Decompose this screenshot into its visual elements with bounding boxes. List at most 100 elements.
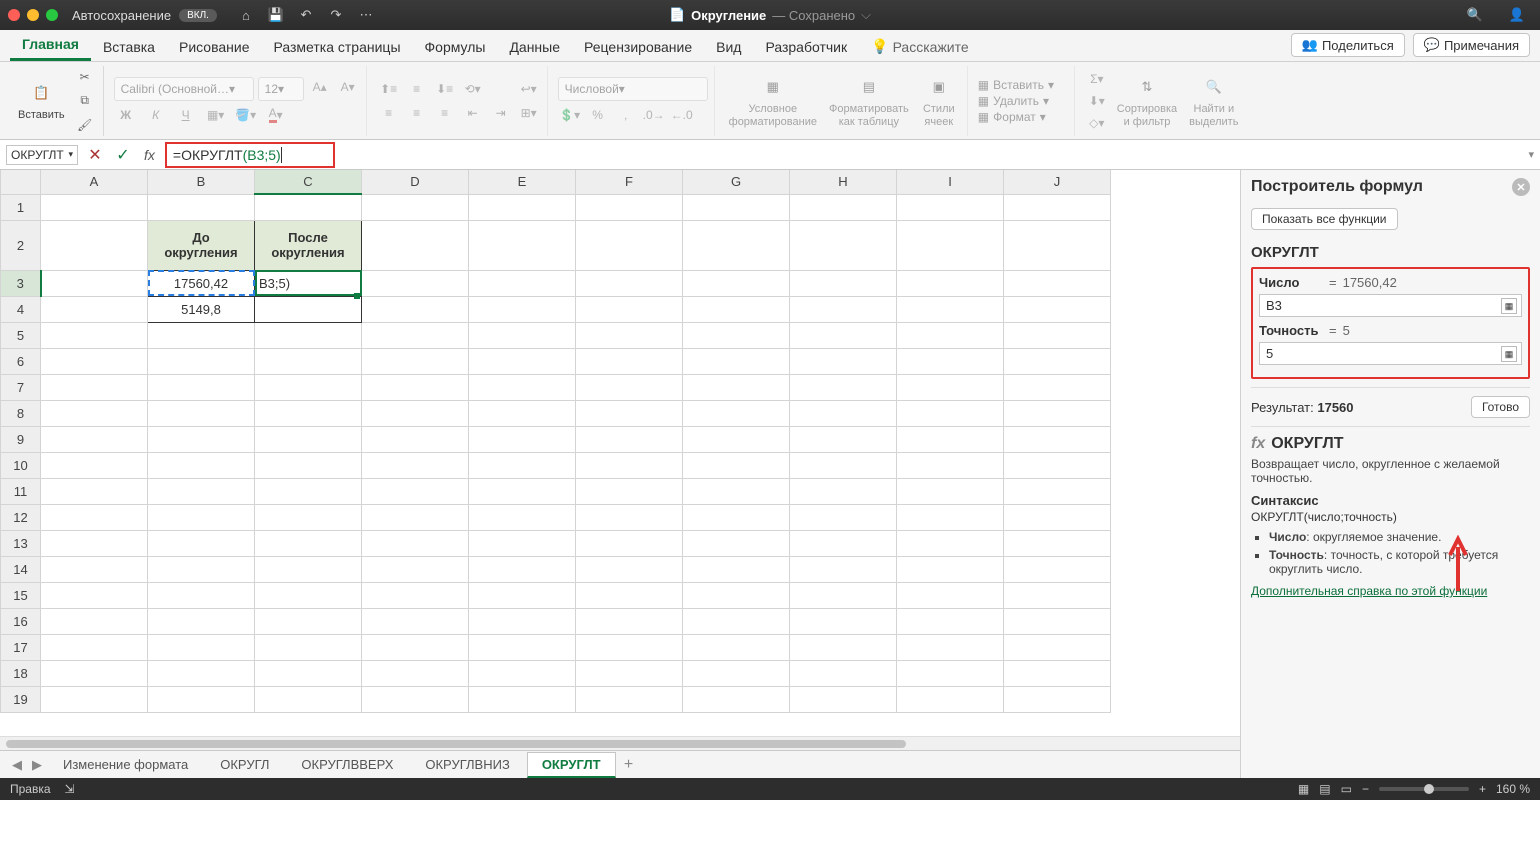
- cell-C16[interactable]: [255, 608, 362, 634]
- cell-J2[interactable]: [1004, 220, 1111, 270]
- cell-A6[interactable]: [41, 348, 148, 374]
- delete-cells-button[interactable]: ▦ Удалить ▾: [978, 94, 1068, 108]
- cell-D11[interactable]: [362, 478, 469, 504]
- fullscreen-window-icon[interactable]: [46, 9, 58, 21]
- cell-H7[interactable]: [790, 374, 897, 400]
- cell-F6[interactable]: [576, 348, 683, 374]
- cell-F8[interactable]: [576, 400, 683, 426]
- row-header[interactable]: 14: [1, 556, 41, 582]
- cell-I16[interactable]: [897, 608, 1004, 634]
- fx-icon[interactable]: fx: [140, 147, 159, 163]
- bold-icon[interactable]: Ж: [114, 105, 138, 125]
- view-break-icon[interactable]: ▭: [1341, 782, 1352, 796]
- cut-icon[interactable]: ✂︎: [73, 67, 97, 87]
- col-header[interactable]: J: [1004, 170, 1111, 194]
- align-center-icon[interactable]: ≡: [405, 103, 429, 123]
- cell-E4[interactable]: [469, 296, 576, 322]
- horizontal-scrollbar[interactable]: [0, 736, 1240, 750]
- cell-D10[interactable]: [362, 452, 469, 478]
- sheet-nav-prev-icon[interactable]: ◀: [8, 757, 26, 773]
- cell-C14[interactable]: [255, 556, 362, 582]
- cell-B8[interactable]: [148, 400, 255, 426]
- cell-D2[interactable]: [362, 220, 469, 270]
- cell-I18[interactable]: [897, 660, 1004, 686]
- cell-E15[interactable]: [469, 582, 576, 608]
- home-icon[interactable]: ⌂: [237, 6, 255, 24]
- cell-A9[interactable]: [41, 426, 148, 452]
- decrease-font-icon[interactable]: A▾: [336, 77, 360, 97]
- row-header[interactable]: 16: [1, 608, 41, 634]
- sort-filter-button[interactable]: ⇅Сортировка и фильтр: [1113, 71, 1181, 129]
- col-header[interactable]: C: [255, 170, 362, 194]
- paste-button[interactable]: 📋 Вставить: [14, 77, 69, 123]
- cell-C5[interactable]: [255, 322, 362, 348]
- zoom-in-icon[interactable]: +: [1479, 782, 1486, 796]
- cell-I8[interactable]: [897, 400, 1004, 426]
- cell-G18[interactable]: [683, 660, 790, 686]
- cell-H6[interactable]: [790, 348, 897, 374]
- insert-cells-button[interactable]: ▦ Вставить ▾: [978, 78, 1068, 92]
- currency-icon[interactable]: 💲▾: [558, 105, 582, 125]
- name-box[interactable]: ОКРУГЛТ▾: [6, 145, 78, 165]
- select-all-corner[interactable]: [1, 170, 41, 194]
- font-size-select[interactable]: 12▾: [258, 77, 304, 101]
- cell-C17[interactable]: [255, 634, 362, 660]
- accept-formula-icon[interactable]: ✓: [112, 145, 134, 165]
- zoom-level[interactable]: 160 %: [1496, 782, 1530, 796]
- cell-E2[interactable]: [469, 220, 576, 270]
- cell-C3[interactable]: B3;5): [255, 270, 362, 296]
- view-page-icon[interactable]: ▤: [1319, 782, 1330, 796]
- cell-J3[interactable]: [1004, 270, 1111, 296]
- cell-I4[interactable]: [897, 296, 1004, 322]
- cell-B17[interactable]: [148, 634, 255, 660]
- cell-A19[interactable]: [41, 686, 148, 712]
- cell-G6[interactable]: [683, 348, 790, 374]
- cell-C7[interactable]: [255, 374, 362, 400]
- cell-B13[interactable]: [148, 530, 255, 556]
- cell-B16[interactable]: [148, 608, 255, 634]
- cell-A1[interactable]: [41, 194, 148, 220]
- cell-I17[interactable]: [897, 634, 1004, 660]
- accessibility-icon[interactable]: ⇲: [65, 782, 75, 796]
- cell-G3[interactable]: [683, 270, 790, 296]
- expand-formula-bar-icon[interactable]: ▾: [1528, 148, 1534, 161]
- cell-A17[interactable]: [41, 634, 148, 660]
- format-painter-icon[interactable]: 🖌: [73, 115, 97, 135]
- cell-E10[interactable]: [469, 452, 576, 478]
- cell-G2[interactable]: [683, 220, 790, 270]
- align-bottom-icon[interactable]: ⬇≡: [433, 79, 457, 99]
- cell-E5[interactable]: [469, 322, 576, 348]
- cell-F18[interactable]: [576, 660, 683, 686]
- cell-H16[interactable]: [790, 608, 897, 634]
- cell-J1[interactable]: [1004, 194, 1111, 220]
- tab-insert[interactable]: Вставка: [91, 33, 167, 61]
- cell-I10[interactable]: [897, 452, 1004, 478]
- cell-E11[interactable]: [469, 478, 576, 504]
- cell-J4[interactable]: [1004, 296, 1111, 322]
- tab-review[interactable]: Рецензирование: [572, 33, 704, 61]
- row-header[interactable]: 19: [1, 686, 41, 712]
- row-header[interactable]: 7: [1, 374, 41, 400]
- cell-E14[interactable]: [469, 556, 576, 582]
- cell-E18[interactable]: [469, 660, 576, 686]
- cell-F14[interactable]: [576, 556, 683, 582]
- save-icon[interactable]: 💾: [267, 6, 285, 24]
- col-header[interactable]: G: [683, 170, 790, 194]
- cell-H5[interactable]: [790, 322, 897, 348]
- find-select-button[interactable]: 🔍Найти и выделить: [1185, 71, 1242, 129]
- cell-D1[interactable]: [362, 194, 469, 220]
- cell-E3[interactable]: [469, 270, 576, 296]
- cell-styles-button[interactable]: ▣Стили ячеек: [917, 71, 961, 129]
- cell-F15[interactable]: [576, 582, 683, 608]
- cell-J17[interactable]: [1004, 634, 1111, 660]
- cell-H8[interactable]: [790, 400, 897, 426]
- cell-H14[interactable]: [790, 556, 897, 582]
- cell-B7[interactable]: [148, 374, 255, 400]
- cell-G15[interactable]: [683, 582, 790, 608]
- cell-D15[interactable]: [362, 582, 469, 608]
- col-header[interactable]: B: [148, 170, 255, 194]
- cell-D6[interactable]: [362, 348, 469, 374]
- formula-input[interactable]: =ОКРУГЛТ(B3;5): [165, 142, 335, 168]
- fill-color-icon[interactable]: 🪣▾: [234, 105, 258, 125]
- underline-icon[interactable]: Ч: [174, 105, 198, 125]
